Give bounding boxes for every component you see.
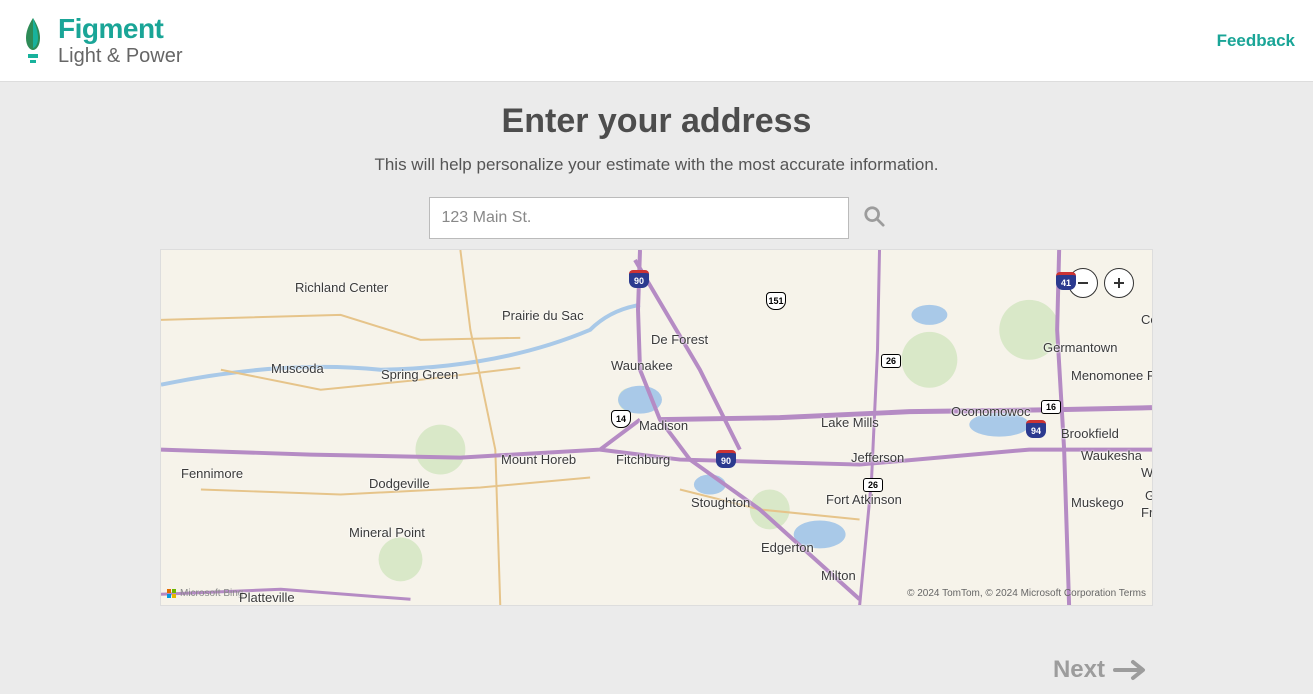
map-provider-logo: Microsoft Bing [167, 588, 243, 599]
brand-name: Figment [58, 14, 183, 45]
search-icon [863, 205, 885, 227]
brand-subtitle: Light & Power [58, 45, 183, 67]
brand-text: Figment Light & Power [58, 14, 183, 67]
main-content: Enter your address This will help person… [0, 82, 1313, 684]
next-button[interactable]: Next [1053, 656, 1147, 684]
plus-icon [1112, 276, 1126, 290]
page-title: Enter your address [0, 102, 1313, 141]
zoom-out-button[interactable] [1068, 268, 1098, 298]
brand-logo[interactable]: Figment Light & Power [18, 14, 183, 67]
map-provider-label: Microsoft Bing [180, 588, 243, 599]
footer-nav: Next [160, 656, 1153, 684]
map-roads [161, 250, 1152, 606]
bing-icon [167, 589, 177, 599]
next-label: Next [1053, 656, 1105, 684]
page-subtitle: This will help personalize your estimate… [0, 155, 1313, 175]
map-attribution[interactable]: © 2024 TomTom, © 2024 Microsoft Corporat… [907, 588, 1146, 599]
feedback-link[interactable]: Feedback [1217, 31, 1295, 51]
zoom-in-button[interactable] [1104, 268, 1134, 298]
minus-icon [1076, 276, 1090, 290]
address-search-row [0, 197, 1313, 239]
leaf-icon [18, 16, 48, 64]
search-button[interactable] [863, 205, 885, 232]
address-input[interactable] [429, 197, 849, 239]
map[interactable]: Microsoft Bing © 2024 TomTom, © 2024 Mic… [160, 249, 1153, 606]
header: Figment Light & Power Feedback [0, 0, 1313, 82]
zoom-controls [1068, 268, 1134, 298]
arrow-right-icon [1113, 658, 1147, 682]
